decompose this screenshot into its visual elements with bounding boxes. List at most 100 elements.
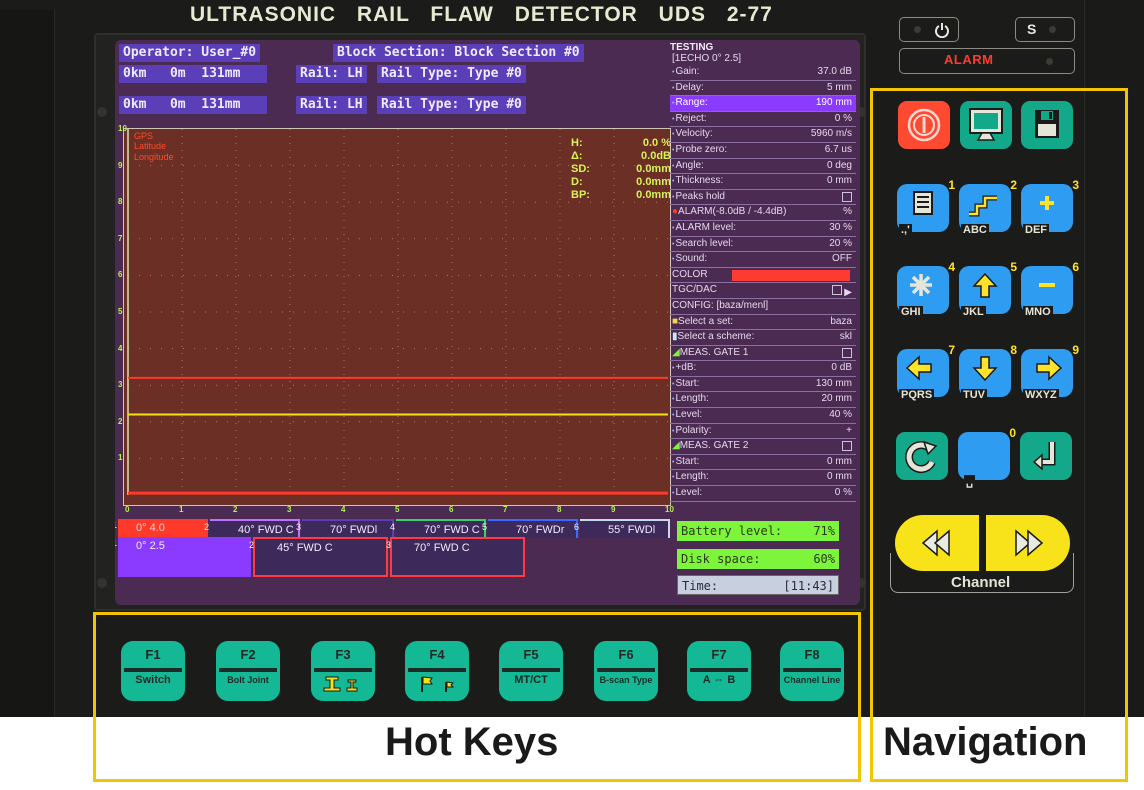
hot-key-f1[interactable]: F1 Switch: [121, 641, 185, 701]
hot-key-f4[interactable]: F4: [405, 641, 469, 701]
channel-label: 45° FWD C: [277, 542, 333, 554]
setting-row[interactable]: ●ALARM(-8.0dB / -4.4dB)%: [670, 205, 856, 221]
refresh-button[interactable]: [896, 432, 948, 480]
setting-label: +dB:: [672, 361, 696, 376]
display-screen: Operator: User_#0 Block Section: Block S…: [115, 40, 860, 605]
checkbox[interactable]: [842, 441, 852, 452]
setting-label: Probe zero:: [672, 143, 727, 158]
save-button[interactable]: [1021, 101, 1073, 149]
hot-key-f8[interactable]: F8 Channel Line: [780, 641, 844, 701]
enter-button[interactable]: [1020, 432, 1072, 480]
key-number: 2: [1010, 178, 1017, 192]
channel-tab[interactable]: 5 70° FWDr: [482, 519, 578, 538]
y-tick-label: 2: [118, 416, 123, 426]
setting-row[interactable]: Sound: OFF: [670, 252, 856, 268]
measurement-value: 0.0mm: [636, 189, 671, 201]
hot-key-f6[interactable]: F6 B-scan Type: [594, 641, 658, 701]
keypad-key-4[interactable]: 4 GHI: [897, 260, 955, 318]
setting-row[interactable]: Peaks hold: [670, 190, 856, 206]
hot-key-label: Channel Line: [783, 675, 841, 685]
channel-tab[interactable]: 2 40° FWD C: [204, 519, 300, 538]
setting-row[interactable]: Level: 0 %: [670, 486, 856, 502]
setting-row[interactable]: +dB: 0 dB: [670, 361, 856, 377]
floppy-disk-icon: [1035, 110, 1059, 138]
key-letters: PQRS: [899, 389, 935, 401]
setting-row[interactable]: Reject: 0 %: [670, 112, 856, 128]
gate-icon: ◢: [672, 440, 680, 452]
display-button[interactable]: [960, 101, 1012, 149]
keypad-key-9[interactable]: 9 WXYZ: [1021, 343, 1079, 401]
setting-row[interactable]: Range: 190 mm: [670, 96, 856, 112]
channel-next-button[interactable]: [986, 515, 1070, 571]
keypad-key-8[interactable]: 8 TUV: [959, 343, 1017, 401]
hot-key-f5[interactable]: F5 MT/CT: [499, 641, 563, 701]
channel-prev-button[interactable]: [895, 515, 979, 571]
setting-row[interactable]: Length: 0 mm: [670, 470, 856, 487]
hot-keys-caption: Hot Keys: [385, 720, 559, 764]
setting-row[interactable]: ■Select a set: baza: [670, 315, 856, 331]
channel-tab[interactable]: 2 45° FWD C: [249, 537, 388, 577]
zero-key[interactable]: 0 ␣: [958, 426, 1016, 488]
keypad-key-3[interactable]: 3 DEF: [1021, 178, 1079, 236]
channel-tab[interactable]: 3 70° FWDl: [296, 519, 394, 538]
hot-key-f7[interactable]: F7 A ⇔ B: [687, 641, 751, 701]
setting-row[interactable]: TGC/DAC ▶: [670, 283, 856, 299]
setting-row[interactable]: ALARM level: 30 %: [670, 221, 856, 237]
hot-key-divider: [783, 668, 841, 672]
setting-row[interactable]: Start: 130 mm: [670, 377, 856, 393]
checkbox[interactable]: [842, 191, 852, 202]
disk-space: Disk space: 60%: [677, 549, 839, 569]
setting-value: 6.7 us: [824, 143, 852, 155]
enter-icon: [1032, 442, 1056, 471]
setting-label: Delay:: [672, 81, 703, 96]
channel-tab[interactable]: 1 0° 4.0: [115, 519, 208, 538]
keypad-key-7[interactable]: 7 PQRS: [897, 343, 955, 401]
setting-row[interactable]: Search level: 20 %: [670, 237, 856, 253]
keypad-key-2[interactable]: 2 ABC: [959, 178, 1017, 236]
rail-type-label: Rail Type: Type #0: [377, 96, 526, 114]
channel-label: 70° FWD C: [414, 542, 470, 554]
setting-label: Sound:: [672, 252, 707, 267]
y-tick-label: 9: [118, 160, 123, 170]
latitude-label: Latitude: [134, 141, 167, 151]
setting-row[interactable]: COLOR: [670, 268, 856, 284]
keypad-key-1[interactable]: 1 .,': [897, 178, 955, 236]
keypad-key-5[interactable]: 5 JKL: [959, 260, 1017, 318]
hot-key-f3[interactable]: F3: [311, 641, 375, 701]
keypad-key-6[interactable]: 6 MNO: [1021, 260, 1079, 318]
key-letters: MNO: [1023, 306, 1053, 318]
setting-row[interactable]: Thickness: 0 mm: [670, 174, 856, 190]
checkbox[interactable]: [842, 347, 852, 358]
setting-row[interactable]: Probe zero: 6.7 us: [670, 143, 856, 159]
checkbox[interactable]: [831, 285, 842, 296]
hot-key-f2[interactable]: F2 Bolt Joint: [216, 641, 280, 701]
hot-key-name: F3: [335, 647, 351, 662]
setting-row[interactable]: Polarity: +: [670, 424, 856, 440]
channel-tab[interactable]: 3 70° FWD C: [386, 537, 525, 577]
setting-row[interactable]: ◢MEAS. GATE 2: [670, 439, 856, 455]
setting-value: 130 mm: [815, 377, 852, 389]
channel-tab[interactable]: 6 55° FWDl: [574, 519, 670, 538]
color-swatch[interactable]: [732, 269, 850, 281]
setting-row[interactable]: Angle: 0 deg: [670, 159, 856, 175]
setting-row[interactable]: ◢MEAS. GATE 1: [670, 346, 856, 362]
setting-row[interactable]: Level: 40 %: [670, 408, 856, 424]
y-tick-label: 7: [118, 233, 123, 243]
a-scan-plot[interactable]: GPS Latitude Longitude H: 0.0 % Δ: 0.0dB SD:…: [118, 124, 674, 514]
setting-row[interactable]: Length: 20 mm: [670, 392, 856, 409]
hot-key-divider: [124, 668, 182, 672]
setting-row[interactable]: Delay: 5 mm: [670, 81, 856, 97]
x-tick-label: 8: [557, 505, 562, 514]
channel-tab[interactable]: 1 0° 2.5: [115, 534, 251, 577]
setting-row[interactable]: CONFIG: [baza/menl]: [670, 299, 856, 315]
block-section-label: Block Section: Block Section #0: [333, 44, 584, 62]
hot-key-label: MT/CT: [514, 674, 548, 686]
channel-label: 0° 2.5: [136, 540, 165, 552]
setting-row[interactable]: Velocity: 5960 m/s: [670, 127, 856, 143]
channel-number: 1: [115, 534, 117, 552]
setting-row[interactable]: Start: 0 mm: [670, 455, 856, 471]
setting-row[interactable]: Gain: 37.0 dB: [670, 65, 856, 81]
channel-tab[interactable]: 4 70° FWD C: [390, 519, 486, 538]
power-button[interactable]: [898, 101, 950, 149]
setting-row[interactable]: ▮Select a scheme: skl: [670, 330, 856, 346]
